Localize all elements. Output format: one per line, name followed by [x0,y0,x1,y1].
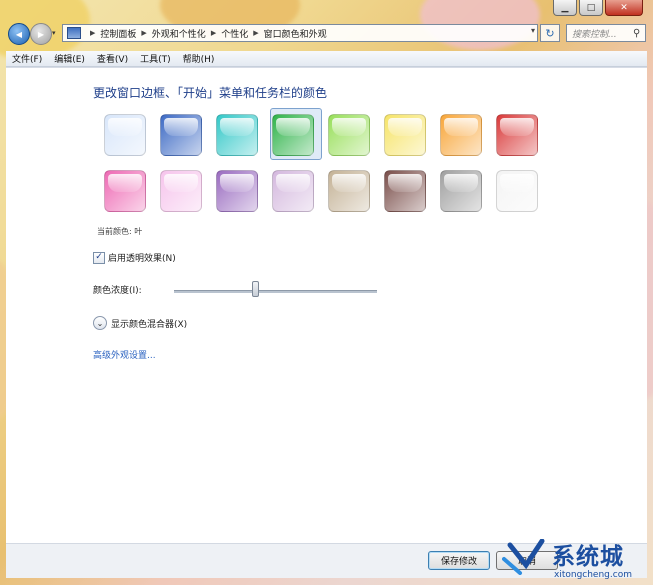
breadcrumb-separator[interactable]: ▶ [141,29,146,37]
advanced-appearance-link[interactable]: 高级外观设置... [93,348,156,361]
refresh-icon: ↻ [545,26,555,40]
chevron-down-icon[interactable]: ⌄ [93,316,107,330]
back-button[interactable]: ◀ [8,23,30,45]
menu-view[interactable]: 查看(V) [91,52,134,65]
color-swatch-ruby[interactable] [496,114,538,156]
search-icon[interactable]: ⚲ [633,28,645,39]
color-swatch-lavender[interactable] [272,170,314,212]
color-swatch-sea[interactable] [216,114,258,156]
color-mixer-label[interactable]: 显示颜色混合器(X) [111,317,187,330]
close-button[interactable]: ✕ [605,0,643,16]
color-swatch-leaf[interactable] [272,114,314,156]
back-arrow-icon: ◀ [15,29,23,39]
menu-bar: 文件(F) 编辑(E) 查看(V) 工具(T) 帮助(H) [6,51,647,67]
color-intensity-label: 颜色浓度(I): [93,286,142,296]
color-swatch-slate[interactable] [440,170,482,212]
page-title: 更改窗口边框、「开始」菜单和任务栏的颜色 [93,86,328,100]
transparency-label[interactable]: 启用透明效果(N) [108,251,176,264]
color-intensity-thumb[interactable] [252,281,259,297]
address-bar[interactable]: ▶ 控制面板 ▶ 外观和个性化 ▶ 个性化 ▶ 窗口颜色和外观 ▾ [62,24,538,42]
color-swatch-fuchsia[interactable] [104,170,146,212]
maximize-button[interactable]: □ [579,0,603,16]
transparency-checkbox-row[interactable]: ✓ 启用透明效果(N) [93,251,176,264]
watermark-url: xitongcheng.com [554,570,632,580]
window: ▁ □ ✕ ◀ ▶ ▾ ▶ 控制面板 ▶ 外观和个性化 ▶ 个性化 ▶ 窗口颜色… [0,0,653,585]
forward-arrow-icon: ▶ [37,29,45,39]
color-swatch-taupe[interactable] [328,170,370,212]
color-swatch-frost[interactable] [496,170,538,212]
breadcrumb-item[interactable]: 控制面板 [100,27,136,40]
color-swatch-violet[interactable] [216,170,258,212]
search-placeholder: 搜索控制... [572,29,617,40]
check-icon: ✓ [95,252,103,262]
breadcrumb-separator[interactable]: ▶ [90,29,95,37]
minimize-button[interactable]: ▁ [553,0,577,16]
menu-tools[interactable]: 工具(T) [134,52,177,65]
current-color-label: 当前颜色: 叶 [97,227,143,236]
color-mixer-toggle[interactable]: ⌄ 显示颜色混合器(X) [93,316,187,330]
breadcrumb-item[interactable]: 窗口颜色和外观 [264,27,327,40]
color-swatch-twilight[interactable] [160,114,202,156]
breadcrumb-item[interactable]: 外观和个性化 [152,27,206,40]
recent-pages-dropdown[interactable]: ▾ [52,29,60,37]
color-swatch-sky[interactable] [104,114,146,156]
forward-button[interactable]: ▶ [30,23,52,45]
breadcrumb-separator[interactable]: ▶ [253,29,258,37]
address-dropdown-icon[interactable]: ▾ [531,26,535,35]
color-swatch-tangerine[interactable] [440,114,482,156]
navigation-bar: ◀ ▶ ▾ ▶ 控制面板 ▶ 外观和个性化 ▶ 个性化 ▶ 窗口颜色和外观 ▾ … [6,21,647,47]
menu-file[interactable]: 文件(F) [6,52,48,65]
breadcrumb-separator[interactable]: ▶ [211,29,216,37]
search-input[interactable]: 搜索控制... ⚲ [566,24,646,42]
color-swatch-lime[interactable] [328,114,370,156]
color-intensity-track[interactable] [174,290,377,293]
watermark-logo-icon [502,539,545,575]
breadcrumb-item[interactable]: 个性化 [221,27,248,40]
color-swatch-blush[interactable] [160,170,202,212]
watermark-logo: 系统城 xitongcheng.com [500,537,650,585]
menu-edit[interactable]: 编辑(E) [48,52,91,65]
caption-buttons: ▁ □ ✕ [553,0,643,16]
refresh-button[interactable]: ↻ [540,24,560,42]
menu-help[interactable]: 帮助(H) [177,52,221,65]
control-panel-icon [67,27,81,39]
content-pane: 更改窗口边框、「开始」菜单和任务栏的颜色 当前颜色: 叶 ✓ 启用透明效果(N)… [6,67,647,544]
color-swatch-chocolate[interactable] [384,170,426,212]
save-changes-button[interactable]: 保存修改 [428,551,490,570]
color-swatch-lemon[interactable] [384,114,426,156]
watermark-text: 系统城 [552,544,624,570]
transparency-checkbox[interactable]: ✓ [93,251,105,264]
